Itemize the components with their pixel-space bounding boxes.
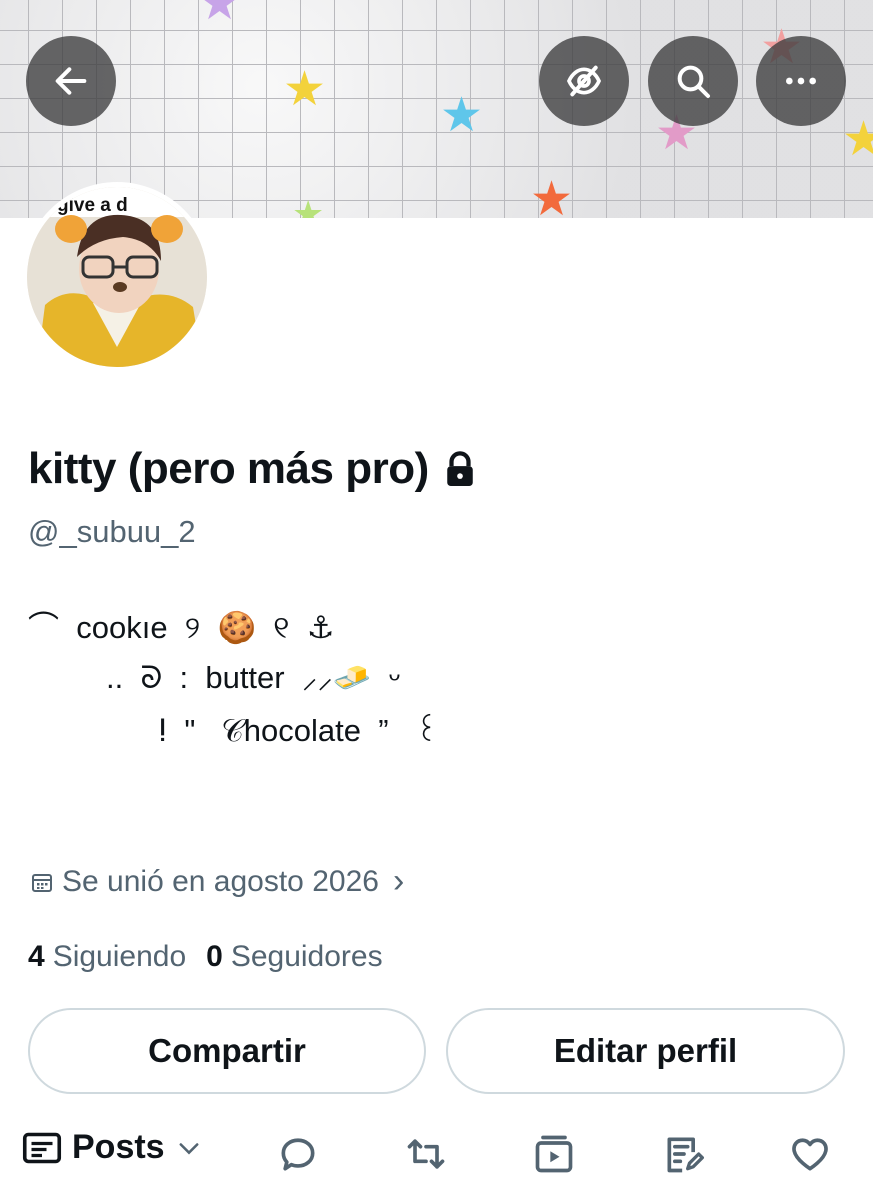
more-icon [786, 77, 816, 85]
tab-posts[interactable]: Posts [22, 1128, 203, 1167]
hide-profile-button[interactable] [539, 36, 629, 126]
star-decoration: ★ [283, 63, 327, 116]
profile-tab-bar: Posts [0, 1124, 873, 1184]
posts-icon [22, 1132, 62, 1163]
profile-name: kitty (pero más pro) [28, 444, 477, 494]
bio-line: ⌒ cookıe ୨ 🍪 ୧ ⚓︎ [28, 610, 335, 645]
star-decoration: ★ [530, 173, 574, 219]
bio-line: ⵑ " 𝒞hocolate ” ꒰ [158, 713, 439, 748]
hidden-eye-icon [566, 65, 602, 97]
articles-icon[interactable] [662, 1132, 706, 1176]
edit-profile-button[interactable]: Editar perfil [446, 1008, 845, 1094]
profile-page: ★ ★ ★ ★ ★ ★ ★ ★ [0, 0, 873, 1200]
star-decoration: ★ [842, 113, 873, 166]
display-name: kitty (pero más pro) [28, 444, 429, 493]
star-decoration: ★ [440, 89, 484, 142]
search-button[interactable] [648, 36, 738, 126]
star-decoration: ★ [292, 193, 325, 219]
more-button[interactable] [756, 36, 846, 126]
following-count: 4 [28, 940, 45, 973]
joined-date[interactable]: Se unió en agosto 2026 › [30, 862, 404, 901]
followers-count: 0 [206, 940, 223, 973]
arrow-left-icon [55, 67, 87, 95]
reply-icon[interactable] [276, 1132, 320, 1176]
avatar-image: give a d [27, 187, 207, 367]
tab-posts-label: Posts [72, 1128, 165, 1166]
bio-line: .. ᘐ : butter ⸝⸝🧈 ᵕ [106, 660, 401, 695]
avatar[interactable]: give a d [27, 187, 207, 367]
share-button[interactable]: Compartir [28, 1008, 426, 1094]
calendar-icon [32, 873, 52, 892]
follow-stats: 4 Siguiendo 0 Seguidores [28, 940, 383, 974]
chevron-right-icon: › [392, 862, 405, 900]
followers-link[interactable]: 0 Seguidores [206, 940, 382, 974]
lock-icon [447, 451, 473, 486]
joined-text: Se unió en agosto 2026 [62, 864, 379, 898]
like-icon[interactable] [788, 1132, 832, 1176]
search-icon [677, 65, 710, 98]
followers-label: Seguidores [230, 940, 383, 973]
back-button[interactable] [26, 36, 116, 126]
media-icon[interactable] [532, 1132, 576, 1176]
chevron-down-icon [179, 1142, 199, 1154]
star-decoration: ★ [198, 0, 242, 30]
following-label: Siguiendo [52, 940, 187, 973]
repost-icon[interactable] [404, 1132, 448, 1176]
following-link[interactable]: 4 Siguiendo [28, 940, 186, 974]
profile-handle: @_subuu_2 [28, 514, 196, 549]
